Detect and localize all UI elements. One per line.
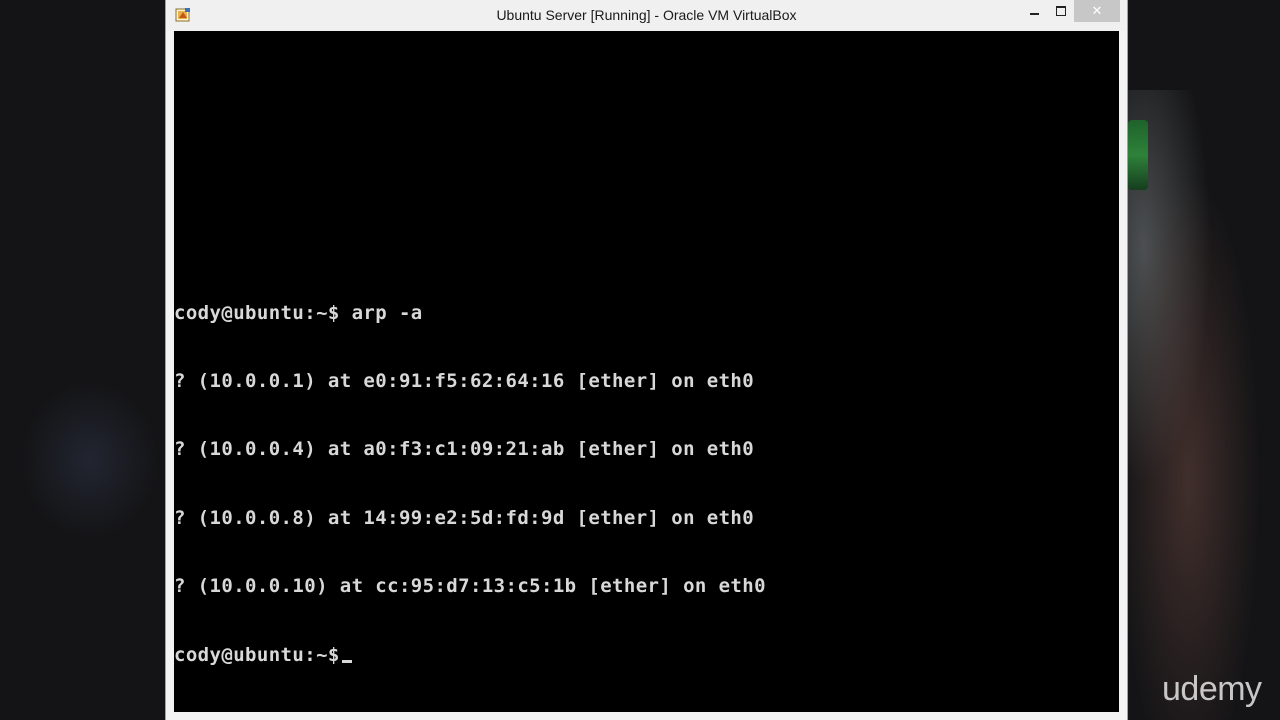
minimize-icon (1029, 13, 1039, 15)
arp-entry: ? (10.0.0.10) at cc:95:d7:13:c5:1b [ethe… (174, 575, 766, 598)
minimize-button[interactable] (1020, 0, 1048, 22)
background-presenter (1128, 90, 1280, 720)
background-blur-left (20, 380, 160, 540)
arp-entry: ? (10.0.0.1) at e0:91:f5:62:64:16 [ether… (174, 370, 755, 393)
desktop-background: Ubuntu Server [Running] - Oracle VM Virt… (0, 0, 1280, 720)
command-line: cody@ubuntu:~$ arp -a (174, 301, 423, 324)
current-prompt-line[interactable]: cody@ubuntu:~$ (174, 644, 1119, 667)
text-cursor (341, 659, 352, 663)
udemy-watermark: udemy (1162, 670, 1262, 708)
virtualbox-window: Ubuntu Server [Running] - Oracle VM Virt… (166, 0, 1127, 720)
background-green-accent (1128, 120, 1148, 190)
shell-prompt: cody@ubuntu:~$ (174, 643, 340, 666)
maximize-button[interactable] (1048, 0, 1074, 22)
window-titlebar[interactable]: Ubuntu Server [Running] - Oracle VM Virt… (166, 0, 1127, 31)
window-title: Ubuntu Server [Running] - Oracle VM Virt… (496, 7, 797, 23)
terminal-output: cody@ubuntu:~$ arp -a ? (10.0.0.1) at e0… (174, 256, 1119, 712)
arp-entry: ? (10.0.0.4) at a0:f3:c1:09:21:ab [ether… (174, 438, 755, 461)
close-button[interactable]: ✕ (1074, 0, 1120, 22)
arp-entry: ? (10.0.0.8) at 14:99:e2:5d:fd:9d [ether… (174, 506, 755, 529)
vm-console-screen[interactable]: cody@ubuntu:~$ arp -a ? (10.0.0.1) at e0… (174, 31, 1119, 712)
close-icon: ✕ (1091, 3, 1103, 19)
maximize-icon (1056, 6, 1066, 16)
